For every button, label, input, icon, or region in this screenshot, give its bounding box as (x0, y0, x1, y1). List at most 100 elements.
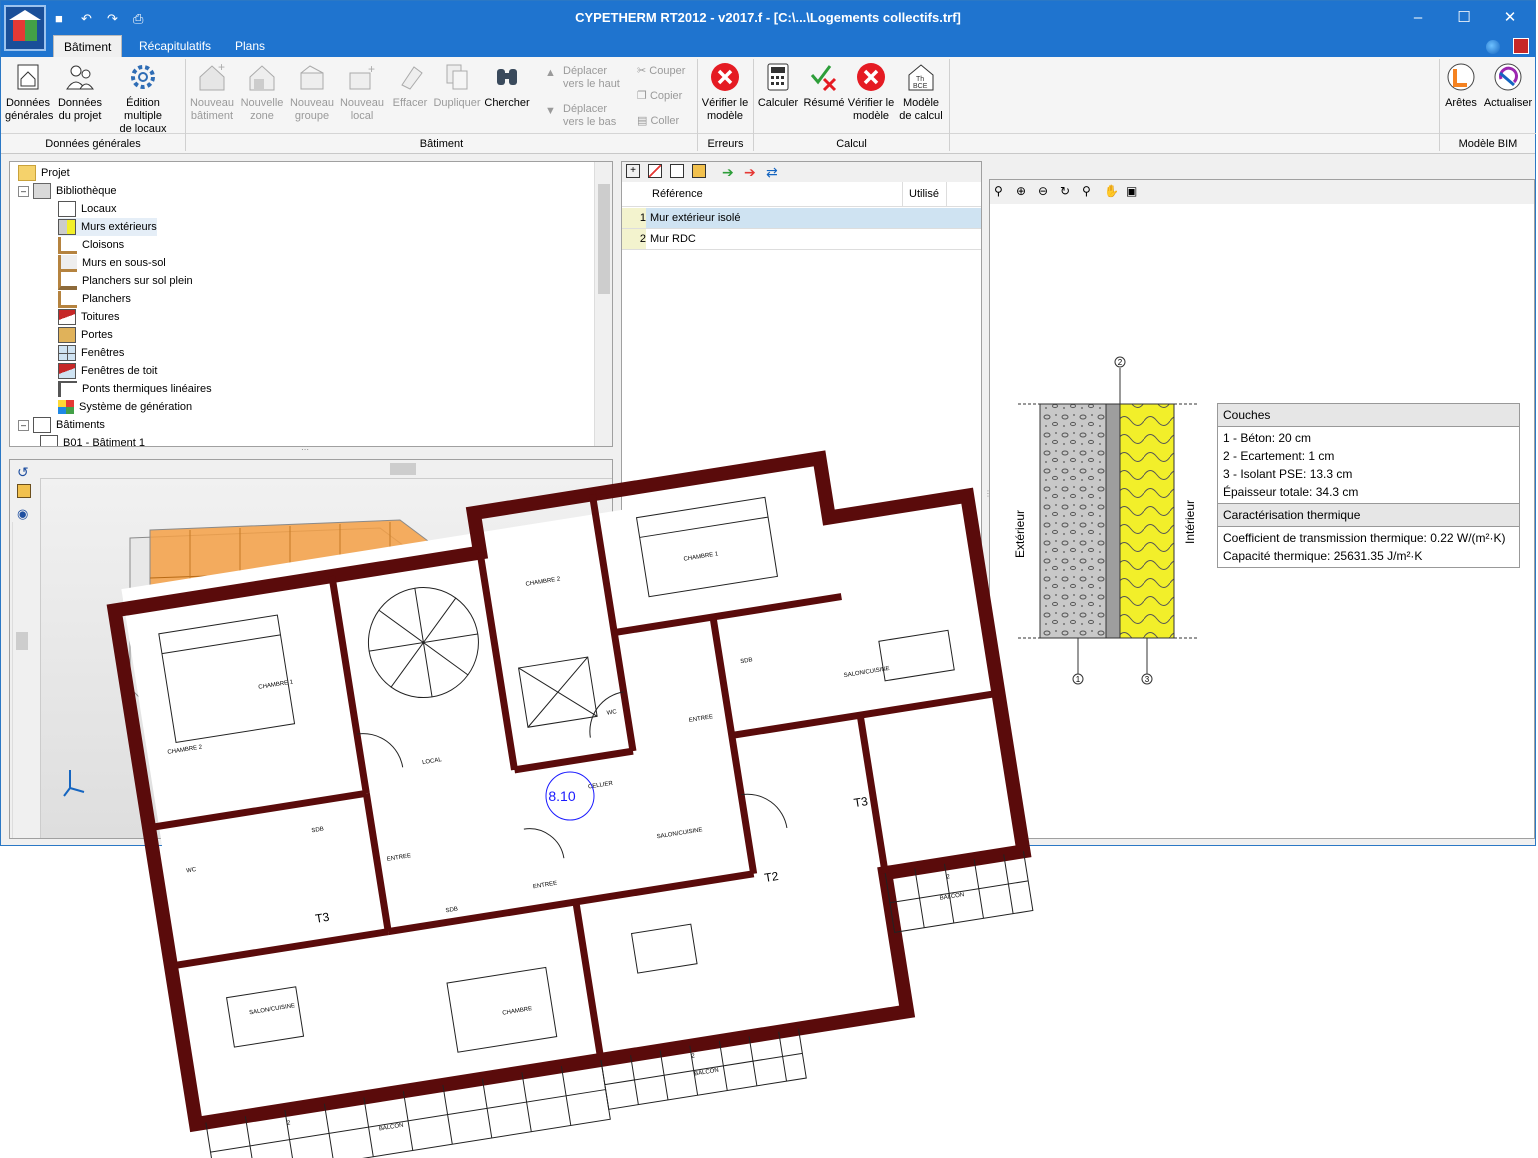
tab-recapitulatifs[interactable]: Récapitulatifs (129, 35, 221, 57)
print-icon[interactable]: ⎙ (133, 11, 143, 27)
tree-item-systeme-generation[interactable]: Système de génération (58, 398, 192, 416)
minimize-button[interactable]: – (1395, 1, 1441, 35)
tree-item-portes[interactable]: Portes (58, 326, 113, 344)
scroll-thumb[interactable] (598, 184, 610, 294)
unit-label: T2 (763, 869, 779, 885)
close-button[interactable]: ✕ (1487, 1, 1533, 35)
tree-item-batiments[interactable]: – Bâtiments (18, 416, 105, 434)
tree-item-ponts-thermiques[interactable]: Ponts thermiques linéaires (58, 380, 212, 398)
tree-item-locaux[interactable]: Locaux (58, 200, 116, 218)
zoom-out-icon[interactable]: ⊖ (1038, 184, 1048, 198)
cube-icon[interactable] (17, 484, 31, 498)
tree-item-murs-sous-sol[interactable]: Murs en sous-sol (58, 254, 166, 272)
eraser-icon (394, 61, 426, 93)
tree-item-fenetres[interactable]: Fenêtres (58, 344, 124, 362)
room-label: BALCON (694, 1068, 719, 1078)
coller-button[interactable]: ▤ Coller (637, 115, 679, 128)
collapse-icon[interactable]: – (18, 420, 29, 431)
modele-calcul-button[interactable]: Th BCE Modèle de calcul (897, 61, 945, 123)
tree-item-b01[interactable]: B01 - Bâtiment 1 (40, 434, 145, 446)
table-row[interactable]: 1 Mur extérieur isolé (622, 208, 981, 229)
effacer-button[interactable]: Effacer (389, 61, 431, 110)
svg-text:+: + (368, 62, 375, 76)
save-icon[interactable]: ■ (55, 11, 63, 26)
undo-icon[interactable]: ↶ (81, 11, 92, 27)
layers-legend: Couches 1 - Béton: 20 cm 2 - Ecartement:… (1217, 403, 1520, 568)
new-room-icon: + (346, 61, 378, 93)
zoom-previous-icon[interactable]: ↻ (1060, 184, 1070, 198)
tree-item-fenetres-toit[interactable]: Fenêtres de toit (58, 362, 157, 380)
tree-item-murs-exterieurs[interactable]: Murs extérieurs (58, 218, 157, 236)
level-marker: 8.10 (548, 788, 575, 804)
scissors-icon: ✂ (637, 65, 647, 77)
donnees-projet-button[interactable]: Données du projet (57, 61, 103, 123)
add-icon[interactable]: + (626, 164, 640, 178)
room-label: BALCON (379, 1123, 404, 1133)
interior-label: Intérieur (1183, 500, 1197, 544)
3d-hscrollbar[interactable] (40, 460, 612, 479)
export-view-icon[interactable]: ▣ (1126, 184, 1137, 198)
delete-icon[interactable] (648, 164, 662, 178)
tree-item-cloisons[interactable]: Cloisons (58, 236, 124, 254)
deplacer-haut-button[interactable]: ▲ Déplacer vers le haut (545, 65, 620, 91)
eye-icon[interactable]: ◉ (17, 506, 33, 522)
edit-icon[interactable] (692, 164, 706, 178)
couper-button[interactable]: ✂ Couper (637, 65, 685, 78)
room-icon (58, 201, 76, 218)
maximize-button[interactable]: ☐ (1441, 1, 1487, 35)
column-reference[interactable]: Référence (652, 182, 703, 206)
copier-button[interactable]: ❐ Copier (637, 90, 682, 103)
nouvelle-zone-button[interactable]: Nouvelle zone (239, 61, 285, 123)
rotate-icon[interactable]: ↺ (17, 464, 33, 480)
aretes-button[interactable]: Arêtes (1441, 61, 1481, 110)
collapse-icon[interactable]: – (18, 186, 29, 197)
actualiser-button[interactable]: Actualiser (1483, 61, 1533, 110)
redo-icon[interactable]: ↷ (107, 11, 118, 27)
new-zone-icon (246, 61, 278, 93)
verifier-modele-calcul-button[interactable]: Vérifier le modèle (847, 61, 895, 123)
calculer-button[interactable]: Calculer (755, 61, 801, 110)
globe-icon[interactable] (1485, 40, 1500, 54)
copy-icon[interactable] (670, 164, 684, 178)
insulation-layer (1119, 403, 1175, 639)
tree-item-planchers-sol[interactable]: Planchers sur sol plein (58, 272, 193, 291)
group-calcul: Calcul (754, 133, 949, 154)
donnees-generales-button[interactable]: Données générales (5, 61, 53, 123)
nouveau-groupe-button[interactable]: Nouveau groupe (289, 61, 335, 123)
verifier-modele-erreurs-button[interactable]: Vérifier le modèle (699, 61, 751, 123)
transfer-icon[interactable]: ⇄ (766, 164, 782, 180)
help-book-icon[interactable] (1513, 38, 1529, 54)
import-icon[interactable]: ➔ (722, 164, 738, 180)
tree-item-projet[interactable]: Projet (18, 164, 70, 182)
tree-scrollbar[interactable] (594, 162, 612, 446)
axis-gizmo-icon (63, 770, 85, 797)
resume-button[interactable]: Résumé (803, 61, 845, 110)
tree-item-planchers[interactable]: Planchers (58, 290, 131, 308)
dupliquer-button[interactable]: Dupliquer (433, 61, 481, 110)
deplacer-bas-button[interactable]: ▼ Déplacer vers le bas (545, 103, 616, 129)
zoom-window-icon[interactable]: ⚲ (1082, 184, 1091, 198)
pan-hand-icon[interactable]: ✋ (1104, 184, 1119, 198)
project-tree: Projet – Bibliothèque Locaux Murs extérie… (9, 161, 613, 447)
tab-plans[interactable]: Plans (225, 35, 275, 57)
3d-vscrollbar[interactable] (12, 522, 31, 838)
nouveau-local-button[interactable]: + Nouveau local (339, 61, 385, 123)
horizontal-splitter[interactable]: ⋯ (301, 446, 321, 455)
zoom-in-icon[interactable]: ⊕ (1016, 184, 1026, 198)
table-row[interactable]: 2 Mur RDC (622, 229, 981, 250)
export-icon[interactable]: ➔ (744, 164, 760, 180)
nouveau-batiment-button[interactable]: + Nouveau bâtiment (189, 60, 235, 123)
generation-system-icon (58, 400, 74, 415)
zoom-extents-icon[interactable]: ⚲ (994, 184, 1003, 198)
error-x-icon (709, 61, 741, 93)
column-utilise[interactable]: Utilisé (902, 182, 939, 206)
chercher-button[interactable]: Chercher (483, 61, 531, 110)
app-logo-icon[interactable] (4, 5, 46, 51)
tab-batiment[interactable]: Bâtiment (53, 35, 123, 58)
tree-item-bibliotheque[interactable]: – Bibliothèque (18, 182, 117, 200)
basement-wall-icon (58, 254, 77, 272)
tree-item-toitures[interactable]: Toitures (58, 308, 120, 326)
edition-multiple-button[interactable]: Édition multiple de locaux (107, 61, 179, 136)
plan-small-label: 2 (287, 1120, 292, 1127)
group-donnees-generales: Données générales (1, 133, 185, 154)
